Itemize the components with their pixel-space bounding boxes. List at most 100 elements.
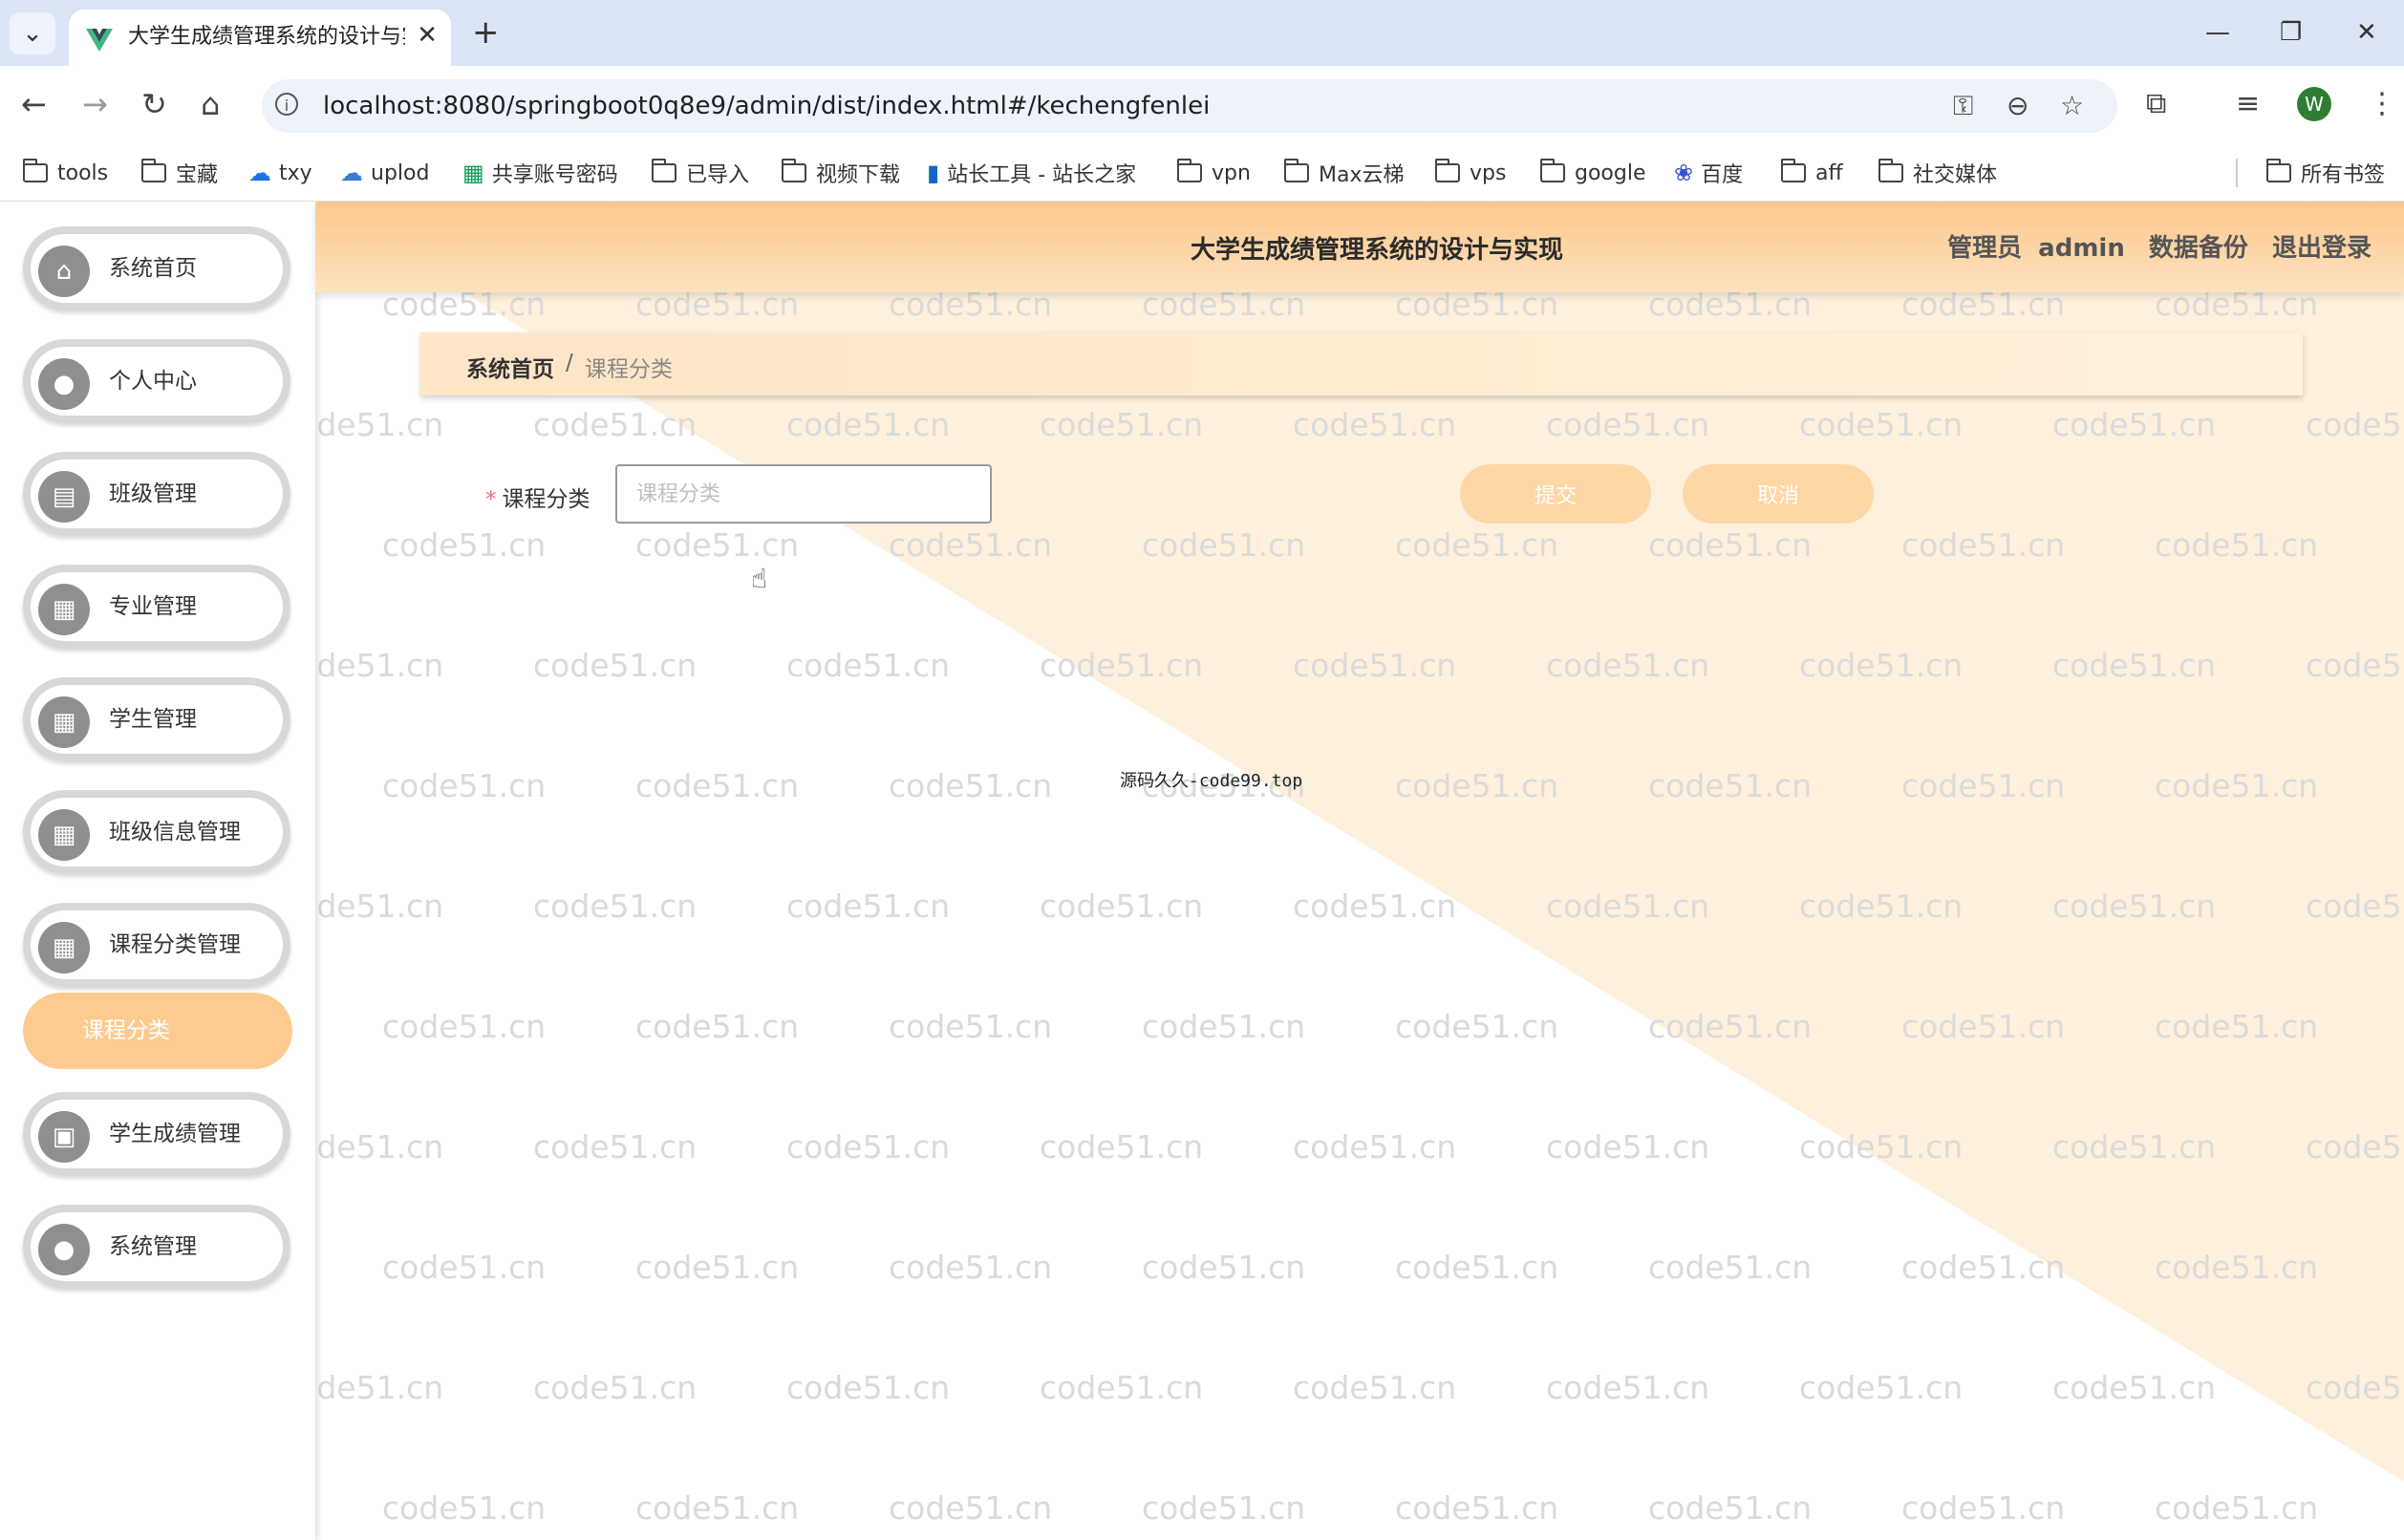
- breadcrumb: 系统首页 / 课程分类: [420, 332, 2303, 396]
- sidebar-subitem-course-category[interactable]: 课程分类: [23, 993, 292, 1069]
- cloud-icon: ☁: [248, 160, 271, 186]
- sheet-icon: ▦: [462, 160, 484, 186]
- forward-icon[interactable]: →: [82, 85, 108, 123]
- paw-icon: ❀: [1674, 160, 1694, 186]
- folder-icon: [1540, 159, 1565, 182]
- watermark-text: code51.cn: [1395, 1489, 1559, 1527]
- key-icon[interactable]: ⚿: [1953, 89, 1973, 123]
- watermark-text: code51.cn: [1040, 1369, 1204, 1406]
- sidebar-item-system-mgmt[interactable]: ● 系统管理: [23, 1205, 290, 1289]
- watermark-text: code51.cn: [889, 1489, 1053, 1527]
- sidebar-item-course-category-mgmt[interactable]: ▦ 课程分类管理: [23, 903, 290, 987]
- all-bookmarks[interactable]: 所有书签: [2266, 157, 2385, 189]
- tab-title: 大学生成绩管理系统的设计与实: [128, 25, 405, 49]
- folder-icon: [2266, 159, 2291, 182]
- sidebar-item-class-mgmt[interactable]: ▤ 班级管理: [23, 452, 290, 536]
- minimize-icon[interactable]: —: [2205, 13, 2230, 52]
- watermark-text: code51.cn: [635, 767, 800, 804]
- header-user-area: 管理员 admin 数据备份 退出登录: [1932, 228, 2372, 264]
- folder-icon: [1781, 159, 1806, 182]
- watermark-text: code51.cn: [382, 526, 547, 564]
- reload-icon[interactable]: ↻: [141, 85, 167, 123]
- breadcrumb-home[interactable]: 系统首页: [466, 351, 554, 383]
- home-icon: ⌂: [38, 246, 90, 297]
- bookmark-item[interactable]: ▮ 站长工具 - 站长之家: [927, 157, 1136, 189]
- site-info-icon[interactable]: i: [275, 93, 298, 116]
- hand-cursor-icon: ☝: [751, 563, 768, 594]
- submit-button[interactable]: 提交: [1460, 464, 1651, 524]
- app-header: 大学生成绩管理系统的设计与实现 管理员 admin 数据备份 退出登录: [315, 202, 2404, 292]
- watermark-text: code51.cn: [533, 647, 698, 684]
- course-category-input[interactable]: [615, 464, 992, 524]
- bookmark-item[interactable]: vps: [1435, 157, 1506, 189]
- logout-link[interactable]: 退出登录: [2272, 234, 2372, 263]
- watermark-text: code51.cn: [1799, 1369, 1964, 1406]
- watermark-text: code51.cn: [1293, 1128, 1457, 1166]
- bookmark-item[interactable]: ❀ 百度: [1674, 157, 1743, 189]
- username: admin: [2038, 234, 2125, 263]
- sidebar-item-profile[interactable]: ● 个人中心: [23, 339, 290, 423]
- bookmark-item[interactable]: 宝藏: [141, 157, 218, 189]
- bookmark-item[interactable]: 社交媒体: [1878, 157, 1997, 189]
- url-text[interactable]: localhost:8080/springboot0q8e9/admin/dis…: [323, 92, 1210, 120]
- restore-icon[interactable]: ❐: [2280, 13, 2302, 52]
- watermark-text: code51.cn: [533, 1128, 698, 1166]
- bookmark-item[interactable]: tools: [23, 157, 108, 189]
- bookmark-item[interactable]: ☁ txy: [248, 157, 312, 189]
- watermark-text: code51.cn: [786, 1128, 951, 1166]
- bookmark-item[interactable]: ☁ uplod: [340, 157, 429, 189]
- bookmarks-divider: [2236, 159, 2238, 187]
- sidebar-item-major-mgmt[interactable]: ▦ 专业管理: [23, 565, 290, 649]
- window-close-icon[interactable]: ✕: [2356, 13, 2377, 52]
- zoom-icon[interactable]: ⊖: [2007, 89, 2028, 123]
- backup-link[interactable]: 数据备份: [2149, 234, 2248, 263]
- star-icon[interactable]: ☆: [2060, 89, 2084, 123]
- watermark-text: code51.cn: [382, 1249, 547, 1286]
- breadcrumb-separator: /: [566, 351, 573, 375]
- watermark-text: code51.cn: [1040, 1128, 1204, 1166]
- browser-tab-bar: ⌄ 大学生成绩管理系统的设计与实 ✕ + — ❐ ✕: [0, 0, 2404, 66]
- media-icon[interactable]: ≡: [2236, 85, 2260, 123]
- tab-list-button[interactable]: ⌄: [10, 12, 55, 54]
- bookmark-item[interactable]: ▦ 共享账号密码: [462, 157, 618, 189]
- bookmark-item[interactable]: 视频下载: [782, 157, 900, 189]
- bookmark-item[interactable]: vpn: [1177, 157, 1251, 189]
- browser-tab[interactable]: 大学生成绩管理系统的设计与实 ✕: [69, 10, 451, 66]
- watermark-text: code51.cn: [1648, 1489, 1813, 1527]
- watermark-text: code51.cn: [1293, 1369, 1457, 1406]
- sidebar-item-home[interactable]: ⌂ 系统首页: [23, 226, 290, 310]
- watermark-text: code51.cn: [1395, 1249, 1559, 1286]
- sidebar-item-student-mgmt[interactable]: ▦ 学生管理: [23, 677, 290, 761]
- bookmark-item[interactable]: aff: [1781, 157, 1843, 189]
- bookmark-item[interactable]: 已导入: [652, 157, 749, 189]
- folder-icon: [782, 159, 806, 182]
- watermark-text: code51.cn: [1648, 1249, 1813, 1286]
- back-icon[interactable]: ←: [21, 85, 47, 123]
- bookmark-item[interactable]: Max云梯: [1284, 157, 1404, 189]
- profile-avatar[interactable]: W: [2297, 87, 2331, 121]
- watermark-text: code51.cn: [382, 1008, 547, 1045]
- watermark-text: code51.cn: [1546, 1369, 1710, 1406]
- required-mark: *: [485, 487, 497, 512]
- watermark-text: code51.cn: [533, 888, 698, 925]
- sidebar-item-grade-mgmt[interactable]: ▣ 学生成绩管理: [23, 1092, 290, 1176]
- grid-icon: ▦: [38, 922, 90, 973]
- address-bar[interactable]: i localhost:8080/springboot0q8e9/admin/d…: [262, 79, 2117, 133]
- folder-icon: [652, 159, 676, 182]
- briefcase-icon: ▣: [38, 1111, 90, 1163]
- home-icon[interactable]: ⌂: [201, 85, 220, 123]
- watermark-text: code51.cn: [2155, 1489, 2319, 1527]
- tab-close-icon[interactable]: ✕: [417, 21, 438, 50]
- sidebar-item-class-info-mgmt[interactable]: ▦ 班级信息管理: [23, 790, 290, 874]
- watermark-text: code51.cn: [635, 526, 800, 564]
- cancel-button[interactable]: 取消: [1683, 464, 1874, 524]
- bookmark-item[interactable]: google: [1540, 157, 1646, 189]
- extensions-icon[interactable]: ⧉: [2146, 85, 2166, 123]
- watermark-text: code51.cn: [1293, 888, 1457, 925]
- new-tab-icon[interactable]: +: [472, 13, 500, 52]
- grid-icon: ▦: [38, 584, 90, 635]
- watermark-text: code51.cn: [786, 647, 951, 684]
- watermark-text: code51.cn: [533, 1369, 698, 1406]
- watermark-text: code51.cn: [889, 1008, 1053, 1045]
- menu-dots-icon[interactable]: ⋮: [2368, 85, 2396, 123]
